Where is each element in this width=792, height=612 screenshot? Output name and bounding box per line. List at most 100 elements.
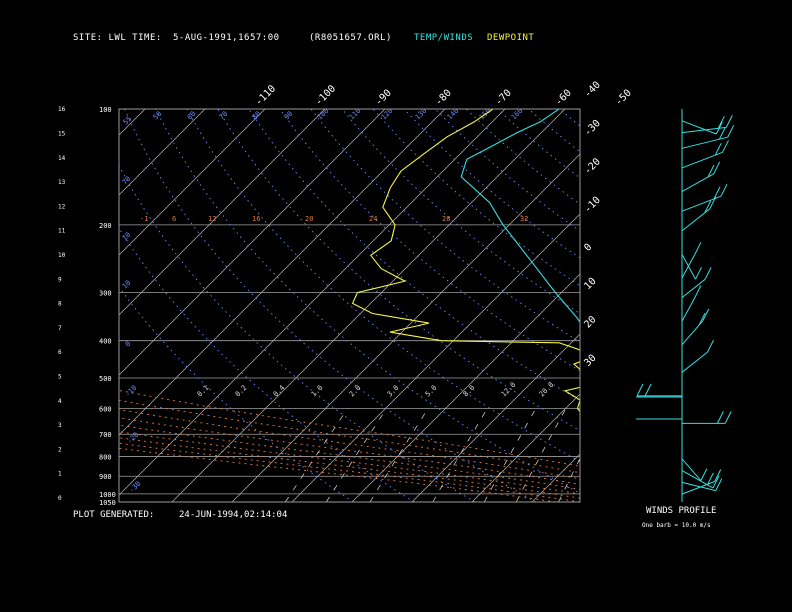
- wind-barb-flag: [716, 411, 724, 424]
- dry-adiabat-line: [715, 109, 792, 502]
- isotherm-line: [119, 109, 206, 196]
- isotherm-label: 10: [582, 276, 598, 292]
- height-tick-label: 2: [58, 446, 62, 453]
- wind-barb-flag: [694, 242, 702, 255]
- wind-barb-flag: [725, 115, 733, 128]
- isotherm-label: -90: [373, 88, 394, 109]
- height-tick-label: 11: [58, 228, 66, 235]
- chart-labels: 1002003004005006007008009001000105001234…: [58, 80, 634, 507]
- dry-adiabat-label: 80: [251, 110, 263, 122]
- isotherm-label: -40: [582, 80, 603, 101]
- height-tick-label: 1: [58, 471, 62, 478]
- dry-adiabat-label: 60: [186, 110, 198, 122]
- wind-profile-title: WINDS PROFILE: [646, 506, 717, 516]
- isotherm-line: [592, 109, 792, 502]
- moist-adiabat-label: 6: [172, 215, 176, 223]
- dry-adiabat-line: [684, 109, 792, 502]
- isotherm-line: [291, 213, 580, 502]
- skew-t-diagram: 1002003004005006007008009001000105001234…: [0, 80, 792, 507]
- dry-adiabat-line: [622, 109, 792, 502]
- moist-adiabat-label: -1: [140, 215, 148, 223]
- isotherm-line: [119, 109, 506, 496]
- mixing-ratio-line: [432, 408, 488, 502]
- wind-barb-flag: [724, 411, 732, 424]
- dry-adiabat-line: [465, 109, 580, 205]
- wind-barb: [681, 195, 722, 212]
- isotherm-label: -30: [582, 118, 603, 139]
- dry-adiabat-label: -10: [124, 384, 139, 399]
- height-tick-label: 5: [58, 374, 62, 381]
- isotherm-line: [772, 109, 792, 502]
- dry-adiabat-label: 90: [283, 110, 295, 122]
- isotherm-line: [652, 109, 792, 502]
- isotherm-label: -70: [493, 88, 514, 109]
- height-tick-label: 16: [58, 106, 66, 113]
- isotherm-line: [531, 453, 580, 502]
- dry-adiabat-label: 70: [121, 175, 133, 187]
- isotherm-line: [0, 109, 85, 502]
- wind-barb: [681, 254, 696, 280]
- dry-adiabat-line: [124, 109, 537, 502]
- wind-profile-panel: [636, 109, 735, 502]
- dry-adiabat-label: -30: [128, 480, 143, 495]
- pressure-tick-label: 500: [99, 375, 112, 383]
- wind-barb: [681, 136, 728, 149]
- height-tick-label: 13: [58, 179, 66, 186]
- pressure-tick-label: 400: [99, 338, 112, 346]
- wind-barb-flag: [695, 266, 702, 280]
- wind-barb-flag: [700, 468, 708, 481]
- dry-adiabat-line: [653, 109, 792, 502]
- isotherm-line: [119, 109, 326, 316]
- dry-adiabat-line: [217, 109, 580, 432]
- mixing-ratio-label: 0.4: [272, 384, 287, 399]
- isotherm-label: -100: [313, 83, 338, 108]
- height-tick-label: 4: [58, 398, 62, 405]
- isotherm-label: 30: [582, 353, 598, 369]
- mixing-ratio-line: [600, 409, 645, 503]
- dry-adiabat-line: [591, 109, 792, 502]
- mixing-ratio-label: 12.0: [500, 381, 518, 399]
- wind-barb: [681, 173, 714, 192]
- isotherm-label: 0: [582, 242, 594, 254]
- isotherm-line: [712, 109, 792, 502]
- mixing-ratio-label: 8.0: [462, 384, 477, 399]
- pressure-tick-label: 1050: [99, 499, 116, 507]
- isotherm-label: 20: [582, 314, 598, 330]
- moist-adiabat-line: [119, 437, 580, 499]
- pressure-tick-label: 1000: [99, 491, 116, 499]
- pressure-tick-label: 800: [99, 454, 112, 462]
- wind-barb-flag: [636, 383, 644, 397]
- isotherm-line: [351, 273, 580, 502]
- dry-adiabat-line: [746, 109, 792, 502]
- wind-profile-note: One barb = 10.0 m/s: [642, 522, 711, 529]
- dry-adiabat-line: [777, 109, 792, 502]
- height-tick-label: 9: [58, 276, 62, 283]
- moist-adiabat-label: 16: [252, 215, 260, 223]
- dry-adiabat-line: [119, 164, 476, 502]
- wind-barb-flag: [720, 183, 728, 197]
- mixing-ratio-label: 0.1: [196, 384, 211, 399]
- moist-adiabat-label: 24: [369, 215, 377, 223]
- dry-adiabat-label: 10: [121, 279, 133, 291]
- wind-barb-flag: [707, 339, 714, 353]
- wind-barb: [681, 351, 708, 373]
- pressure-tick-label: 900: [99, 473, 112, 481]
- moist-adiabat-label: 32: [520, 215, 528, 223]
- moist-adiabat-label: 28: [442, 215, 450, 223]
- height-tick-label: 7: [58, 325, 62, 332]
- wind-barb: [681, 278, 706, 299]
- mixing-ratio-line: [637, 409, 679, 503]
- moist-adiabat-line: [119, 424, 580, 490]
- dry-adiabat-line: [119, 286, 354, 502]
- dry-adiabat-line: [496, 109, 580, 179]
- sounding-curves: [351, 109, 580, 413]
- moist-adiabat-line: [119, 447, 557, 502]
- mixing-ratio-label: 2.0: [348, 384, 363, 399]
- wind-barb-flag: [727, 124, 735, 138]
- height-tick-label: 14: [58, 155, 66, 162]
- isotherm-line: [471, 393, 580, 502]
- dry-adiabat-line: [310, 109, 580, 343]
- height-tick-label: 10: [58, 252, 66, 259]
- plot-generated-value: 24-JUN-1994,02:14:04: [179, 510, 288, 520]
- moist-adiabat-label: 20: [305, 215, 313, 223]
